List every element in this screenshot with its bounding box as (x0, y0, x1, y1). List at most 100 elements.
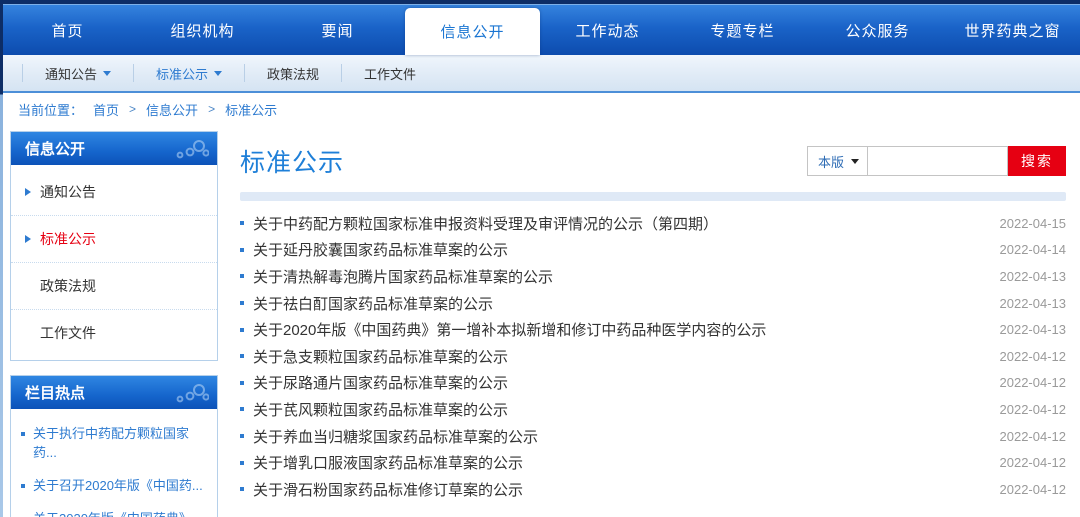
subnav-item-standards[interactable]: 标准公示 (133, 64, 244, 82)
nav-tab-news[interactable]: 要闻 (270, 5, 405, 55)
cloud-decoration-icon (165, 138, 209, 160)
sidebar-item-standards[interactable]: 标准公示 (11, 216, 217, 263)
subnav-item-work-files[interactable]: 工作文件 (341, 64, 438, 82)
announcement-date: 2022-04-12 (1000, 375, 1067, 390)
breadcrumb-link-home[interactable]: 首页 (93, 100, 119, 119)
hot-topics-list: 关于执行中药配方颗粒国家药... 关于召开2020年版《中国药... 关于202… (11, 409, 217, 517)
nav-tab-organization[interactable]: 组织机构 (135, 5, 270, 55)
subnav-item-notices[interactable]: 通知公告 (22, 64, 133, 82)
announcement-date: 2022-04-12 (1000, 455, 1067, 470)
announcement-title[interactable]: 关于增乳口服液国家药品标准草案的公示 (253, 452, 988, 473)
sub-navigation: 通知公告 标准公示 政策法规 工作文件 (0, 55, 1080, 93)
breadcrumb-link-standards[interactable]: 标准公示 (225, 100, 277, 119)
bullet-icon (240, 354, 244, 358)
bullet-icon (240, 461, 244, 465)
bullet-icon (240, 434, 244, 438)
left-edge-border (0, 4, 3, 517)
subnav-item-label: 工作文件 (364, 64, 416, 83)
sidebar-hot-box: 栏目热点 关于执行中药配方颗粒国家药... (10, 375, 218, 517)
announcement-title[interactable]: 关于2020年版《中国药典》第一增补本拟新增和修订中药品种医学内容的公示 (253, 319, 988, 340)
list-item[interactable]: 关于清热解毒泡腾片国家药品标准草案的公示 2022-04-13 (240, 263, 1066, 290)
chevron-down-icon (214, 71, 222, 76)
page: 首页 组织机构 要闻 信息公开 工作动态 专题专栏 公众服务 世界药典之窗 通知… (0, 0, 1080, 517)
bullet-icon (240, 328, 244, 332)
hot-topic-label: 关于2020年版《中国药典》实... (33, 509, 209, 517)
breadcrumb-separator: > (208, 102, 215, 116)
nav-tab-public-service[interactable]: 公众服务 (810, 5, 945, 55)
list-item[interactable]: 关于尿路通片国家药品标准草案的公示 2022-04-12 (240, 370, 1066, 397)
breadcrumb-prefix: 当前位置： (18, 100, 83, 119)
sidebar-menu: 通知公告 标准公示 政策法规 工作文件 (11, 165, 217, 360)
sidebar: 信息公开 通知公告 标准公示 (10, 131, 218, 511)
sidebar-menu-header: 信息公开 (11, 132, 217, 165)
announcement-title[interactable]: 关于养血当归糖浆国家药品标准草案的公示 (253, 426, 988, 447)
cloud-decoration-icon (165, 382, 209, 404)
list-item[interactable]: 关于中药配方颗粒国家标准申报资料受理及审评情况的公示（第四期） 2022-04-… (240, 210, 1066, 237)
announcement-title[interactable]: 关于祛白酊国家药品标准草案的公示 (253, 293, 988, 314)
subnav-item-label: 通知公告 (45, 64, 97, 83)
list-item[interactable]: 关于芪风颗粒国家药品标准草案的公示 2022-04-12 (240, 396, 1066, 423)
search-input[interactable] (868, 146, 1008, 176)
sidebar-hot-title: 栏目热点 (25, 382, 85, 403)
chevron-down-icon (103, 71, 111, 76)
announcement-date: 2022-04-12 (1000, 349, 1067, 364)
list-item[interactable]: 关于养血当归糖浆国家药品标准草案的公示 2022-04-12 (240, 423, 1066, 450)
bullet-icon (21, 432, 25, 436)
nav-tab-work-updates[interactable]: 工作动态 (540, 5, 675, 55)
bullet-icon (240, 248, 244, 252)
announcement-title[interactable]: 关于清热解毒泡腾片国家药品标准草案的公示 (253, 266, 988, 287)
nav-tab-info-disclosure[interactable]: 信息公开 (405, 8, 540, 55)
announcement-date: 2022-04-13 (1000, 269, 1067, 284)
subnav-item-label: 政策法规 (267, 64, 319, 83)
subnav-item-label: 标准公示 (156, 64, 208, 83)
list-item[interactable]: 关于滑石粉国家药品标准修订草案的公示 2022-04-12 (240, 476, 1066, 503)
announcement-date: 2022-04-12 (1000, 429, 1067, 444)
breadcrumb: 当前位置： 首页 > 信息公开 > 标准公示 (0, 93, 1080, 125)
announcement-title[interactable]: 关于尿路通片国家药品标准草案的公示 (253, 372, 988, 393)
bullet-icon (21, 484, 25, 488)
sidebar-item-label: 政策法规 (40, 276, 96, 296)
announcement-date: 2022-04-12 (1000, 402, 1067, 417)
search-category-value: 本版 (818, 152, 844, 171)
nav-tab-special-topics[interactable]: 专题专栏 (675, 5, 810, 55)
list-item[interactable]: 关于急支颗粒国家药品标准草案的公示 2022-04-12 (240, 343, 1066, 370)
nav-tab-home[interactable]: 首页 (0, 5, 135, 55)
content-area: 信息公开 通知公告 标准公示 (0, 125, 1080, 511)
hot-topic-item[interactable]: 关于召开2020年版《中国药... (21, 469, 209, 502)
list-item[interactable]: 关于增乳口服液国家药品标准草案的公示 2022-04-12 (240, 449, 1066, 476)
hot-topic-item[interactable]: 关于2020年版《中国药典》实... (21, 502, 209, 517)
bullet-icon (240, 274, 244, 278)
search-button[interactable]: 搜索 (1008, 146, 1066, 176)
announcement-date: 2022-04-14 (1000, 242, 1067, 257)
list-item[interactable]: 关于2020年版《中国药典》第一增补本拟新增和修订中药品种医学内容的公示 202… (240, 316, 1066, 343)
announcement-title[interactable]: 关于芪风颗粒国家药品标准草案的公示 (253, 399, 988, 420)
bullet-icon (240, 221, 244, 225)
sidebar-menu-box: 信息公开 通知公告 标准公示 (10, 131, 218, 361)
announcement-date: 2022-04-15 (1000, 216, 1067, 231)
hot-topic-label: 关于执行中药配方颗粒国家药... (33, 424, 209, 462)
top-navigation: 首页 组织机构 要闻 信息公开 工作动态 专题专栏 公众服务 世界药典之窗 (0, 4, 1080, 55)
search-category-select[interactable]: 本版 (807, 146, 868, 176)
chevron-down-icon (851, 159, 859, 164)
sidebar-item-label: 工作文件 (40, 323, 96, 343)
announcement-title[interactable]: 关于滑石粉国家药品标准修订草案的公示 (253, 479, 988, 500)
sidebar-hot-header: 栏目热点 (11, 376, 217, 409)
nav-tab-world-pharmacopoeia[interactable]: 世界药典之窗 (945, 5, 1080, 55)
list-item[interactable]: 关于延丹胶囊国家药品标准草案的公示 2022-04-14 (240, 237, 1066, 264)
announcement-title[interactable]: 关于急支颗粒国家药品标准草案的公示 (253, 346, 988, 367)
main-header: 标准公示 本版 搜索 (240, 143, 1066, 179)
sidebar-menu-title: 信息公开 (25, 138, 85, 159)
announcement-date: 2022-04-13 (1000, 296, 1067, 311)
announcement-title[interactable]: 关于中药配方颗粒国家标准申报资料受理及审评情况的公示（第四期） (253, 213, 988, 234)
sidebar-item-notices[interactable]: 通知公告 (11, 169, 217, 216)
bullet-icon (240, 407, 244, 411)
breadcrumb-link-info-disclosure[interactable]: 信息公开 (146, 100, 198, 119)
announcement-title[interactable]: 关于延丹胶囊国家药品标准草案的公示 (253, 239, 988, 260)
sidebar-item-work-files[interactable]: 工作文件 (11, 310, 217, 356)
bullet-icon (240, 487, 244, 491)
subnav-item-policies[interactable]: 政策法规 (244, 64, 341, 82)
hot-topic-item[interactable]: 关于执行中药配方颗粒国家药... (21, 417, 209, 469)
sidebar-item-policies[interactable]: 政策法规 (11, 263, 217, 310)
list-item[interactable]: 关于祛白酊国家药品标准草案的公示 2022-04-13 (240, 290, 1066, 317)
arrow-right-icon (25, 235, 31, 243)
